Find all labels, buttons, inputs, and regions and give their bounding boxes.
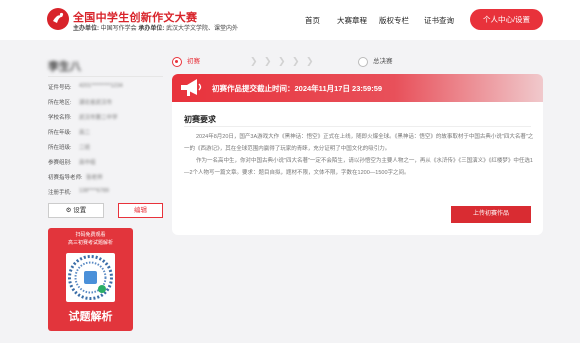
info-value: 二班 bbox=[79, 145, 91, 151]
step-prelim-indicator bbox=[172, 57, 182, 67]
chevron-right-icon: ❯ bbox=[264, 56, 272, 66]
chevron-right-icon: ❯ bbox=[278, 56, 286, 66]
requirements-title: 初赛要求 bbox=[184, 115, 216, 124]
info-label: 所在年级: bbox=[48, 130, 72, 136]
host-value: 中国写作学会 bbox=[100, 26, 137, 32]
info-label: 学校名称: bbox=[48, 115, 72, 121]
requirements-paragraph-2: 作为一名高中生，你对中国古典小说"四大名著"一定不会陌生，请以孙悟空为主要人物之… bbox=[184, 158, 533, 176]
nav-home[interactable]: 首页 bbox=[305, 15, 320, 26]
info-value: 高中组 bbox=[79, 160, 96, 166]
info-label: 证件号码: bbox=[48, 85, 72, 91]
info-value: 4201*********1234 bbox=[79, 83, 123, 89]
deadline-banner: 初赛作品提交截止时间：2024年11月17日 23:59:59 bbox=[172, 74, 543, 102]
top-header: 全国中学生创新作文大赛 主办单位: 中国写作学会 承办单位: 武汉大学文学院、课… bbox=[0, 0, 580, 40]
info-value: 138****6789 bbox=[79, 188, 109, 194]
organizer-label: 承办单位: bbox=[138, 26, 165, 32]
step-final-label: 总决赛 bbox=[373, 58, 393, 65]
qr-code-icon bbox=[68, 255, 113, 300]
edit-button[interactable]: 编辑 bbox=[118, 203, 163, 218]
info-label: 所在班级: bbox=[48, 145, 72, 151]
info-label: 初赛指导老师: bbox=[48, 175, 83, 181]
host-label: 主办单位: bbox=[73, 26, 99, 32]
chevron-right-icon: ❯ bbox=[306, 56, 314, 66]
info-value: 张老师 bbox=[86, 175, 103, 181]
info-value: 高二 bbox=[79, 130, 91, 136]
profile-name: 李生八 bbox=[48, 61, 81, 73]
info-value: 湖北省武汉市 bbox=[79, 100, 113, 106]
step-prelim-label: 初赛 bbox=[187, 58, 200, 65]
nav-rules[interactable]: 大赛章程 bbox=[337, 15, 367, 26]
step-final-indicator bbox=[358, 57, 368, 67]
chevron-right-icon: ❯ bbox=[250, 56, 258, 66]
promo-line2: 高三初赛考试题解析 bbox=[67, 240, 113, 246]
chevron-right-icon: ❯ bbox=[292, 56, 300, 66]
info-label: 参赛组别: bbox=[48, 160, 72, 166]
promo-header: 扫码免费观看 高三初赛考试题解析 bbox=[48, 228, 133, 247]
user-center-button[interactable]: 个人中心/设置 bbox=[470, 9, 543, 30]
megaphone-icon bbox=[181, 79, 202, 96]
contest-logo-icon[interactable] bbox=[46, 7, 70, 31]
requirements-paragraph-1: 2024年8月20日，国产3A游戏大作《黑神话：悟空》正式在上线，随即火爆全球。… bbox=[184, 134, 534, 152]
nav-copyright[interactable]: 版权专栏 bbox=[379, 15, 409, 26]
settings-button[interactable]: ⚙ 设置 bbox=[48, 203, 104, 218]
deadline-text: 初赛作品提交截止时间：2024年11月17日 23:59:59 bbox=[212, 84, 383, 93]
site-subtitle: 主办单位: 中国写作学会 承办单位: 武汉大学文学院、课堂内外 bbox=[73, 23, 238, 32]
info-label: 所在地区: bbox=[48, 100, 72, 106]
upload-entry-button[interactable]: 上传初赛作品 bbox=[451, 206, 531, 223]
qr-code bbox=[66, 253, 115, 302]
divider bbox=[48, 76, 163, 77]
nav-certificate[interactable]: 证书查询 bbox=[424, 15, 454, 26]
info-label: 注册手机: bbox=[48, 190, 72, 196]
requirements-card: 初赛作品提交截止时间：2024年11月17日 23:59:59 初赛要求 202… bbox=[172, 74, 543, 235]
divider bbox=[184, 126, 531, 127]
promo-line1: 扫码免费观看 bbox=[75, 232, 106, 238]
promo-bottom-title: 试题解析 bbox=[68, 311, 113, 323]
info-value: 武汉市第二中学 bbox=[79, 115, 118, 121]
promo-card[interactable]: 扫码免费观看 高三初赛考试题解析 试题解析 bbox=[48, 228, 133, 331]
organizer-value: 武汉大学文学院、课堂内外 bbox=[166, 26, 239, 32]
